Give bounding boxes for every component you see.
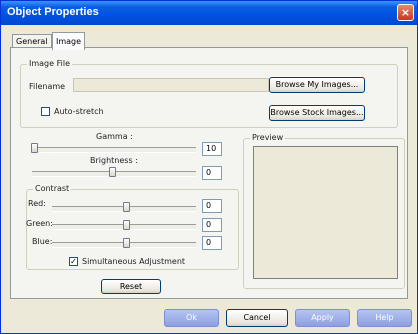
contrast-group-label: Contrast	[33, 184, 72, 193]
green-label: Green:	[26, 219, 53, 228]
gamma-slider-thumb[interactable]	[31, 143, 38, 153]
simultaneous-adjustment-label: Simultaneous Adjustment	[82, 257, 186, 266]
auto-stretch-label: Auto-stretch	[54, 107, 104, 116]
red-label: Red:	[28, 199, 46, 208]
preview-area	[253, 146, 398, 279]
close-button[interactable]: ×	[397, 4, 414, 21]
red-value-field[interactable]: 0	[202, 199, 222, 213]
blue-slider-thumb[interactable]	[123, 238, 130, 248]
gamma-value-field[interactable]: 10	[202, 142, 222, 156]
tab-image[interactable]: Image	[52, 32, 86, 50]
simultaneous-adjustment-checkbox[interactable]: ✓	[69, 257, 78, 266]
help-button[interactable]: Help	[357, 309, 412, 327]
gamma-slider-track	[32, 147, 196, 153]
browse-stock-images-button[interactable]: Browse Stock Images...	[269, 105, 365, 121]
reset-button[interactable]: Reset	[101, 279, 161, 294]
red-slider-thumb[interactable]	[123, 202, 130, 212]
blue-value-field[interactable]: 0	[202, 236, 222, 250]
apply-button[interactable]: Apply	[295, 309, 350, 327]
gamma-label: Gamma :	[96, 132, 133, 141]
filename-field[interactable]	[73, 78, 269, 92]
brightness-label: Brightness :	[90, 156, 138, 165]
cancel-button[interactable]: Cancel	[226, 309, 288, 327]
title-bar[interactable]: Object Properties ×	[1, 1, 417, 25]
image-file-group-label: Image File	[27, 59, 72, 68]
tab-panel-image: Image File Filename Browse My Images... …	[10, 47, 408, 299]
ok-button[interactable]: Ok	[164, 309, 219, 327]
brightness-slider-thumb[interactable]	[109, 167, 116, 177]
window-title: Object Properties	[7, 6, 99, 18]
filename-label: Filename	[29, 82, 66, 91]
browse-my-images-button[interactable]: Browse My Images...	[269, 77, 365, 93]
green-slider-thumb[interactable]	[123, 220, 130, 230]
auto-stretch-checkbox[interactable]	[41, 107, 50, 116]
preview-group-label: Preview	[250, 133, 286, 142]
blue-label: Blue:	[32, 237, 53, 246]
brightness-value-field[interactable]: 0	[202, 166, 222, 180]
green-value-field[interactable]: 0	[202, 218, 222, 232]
